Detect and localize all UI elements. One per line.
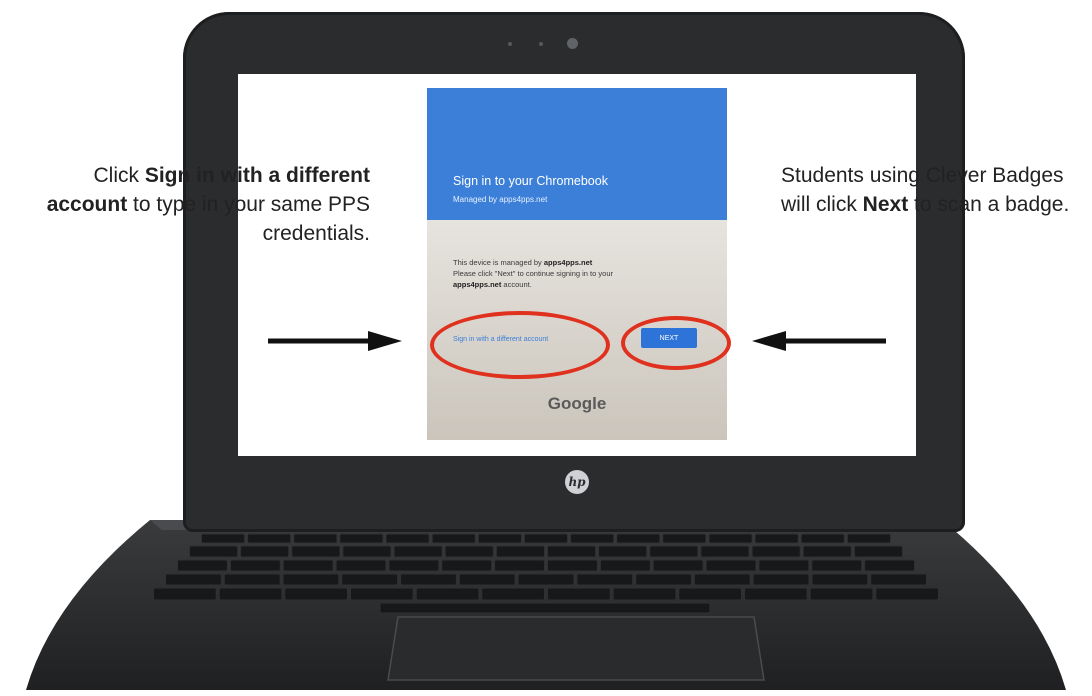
right-pointing-arrow-icon <box>268 331 402 351</box>
right-instruction-bold: Next <box>862 193 909 216</box>
arrows <box>268 331 886 351</box>
left-instruction-suffix: to type in your same PPS credentials. <box>127 193 370 245</box>
right-instruction-suffix: to scan a badge. <box>908 193 1070 216</box>
left-instruction-prefix: Click <box>93 164 145 187</box>
left-pointing-arrow-icon <box>752 331 886 351</box>
left-instruction: Click Sign in with a different account t… <box>18 161 370 248</box>
right-instruction: Students using Clever Badges will click … <box>781 161 1091 219</box>
tutorial-illustration: hp Sign in to your Chromebook Managed by… <box>0 0 1092 696</box>
